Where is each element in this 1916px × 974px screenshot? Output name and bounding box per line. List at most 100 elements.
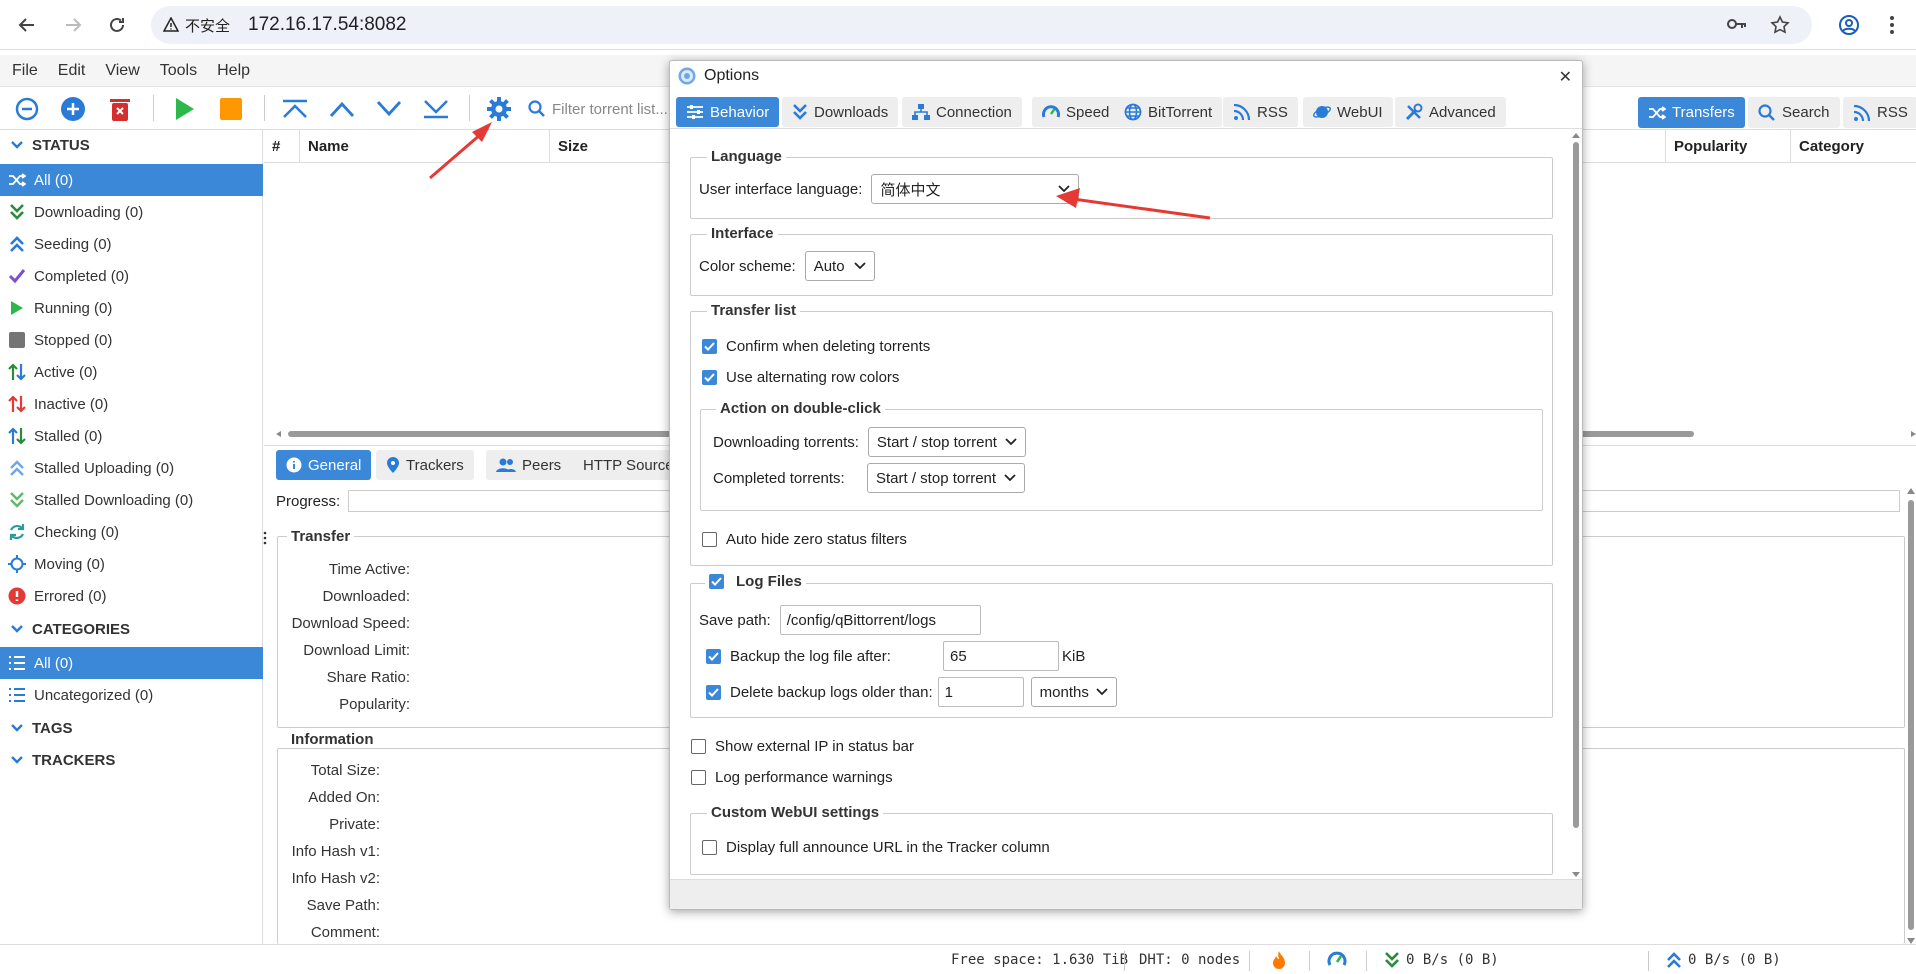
backup-after-checkbox[interactable] xyxy=(706,648,721,664)
forward-icon[interactable] xyxy=(59,11,87,39)
field-comment: Comment: xyxy=(310,924,380,941)
add-link-button[interactable] xyxy=(11,95,43,123)
move-down-button[interactable] xyxy=(373,95,405,123)
tab-rss[interactable]: RSS xyxy=(1843,97,1916,128)
detail-vertical-scrollbar[interactable] xyxy=(1906,488,1916,944)
sidebar-status-stopped[interactable]: Stopped (0) xyxy=(0,324,263,356)
sidebar-status-errored[interactable]: Errored (0) xyxy=(0,580,263,612)
completed-torrents-select[interactable]: Start / stop torrent xyxy=(867,463,1025,493)
menu-edit[interactable]: Edit xyxy=(58,62,86,80)
address-bar[interactable]: 不安全 172.16.17.54:8082 xyxy=(151,6,1812,44)
sidebar-status-stalled[interactable]: Stalled (0) xyxy=(0,420,263,452)
alt-row-colors-checkbox[interactable] xyxy=(702,370,717,385)
sidebar-status-completed[interactable]: Completed (0) xyxy=(0,260,263,292)
profile-icon[interactable] xyxy=(1835,11,1863,39)
tab-search[interactable]: Search xyxy=(1748,97,1840,128)
tab-general[interactable]: General xyxy=(276,450,372,480)
delete-older-label: Delete backup logs older than: xyxy=(730,683,933,701)
url-text[interactable]: 172.16.17.54:8082 xyxy=(248,14,407,36)
move-top-button[interactable] xyxy=(279,95,311,123)
log-files-checkbox[interactable] xyxy=(709,574,724,589)
backup-after-row: Backup the log file after: 65 KiB xyxy=(706,641,1085,671)
sidebar-status-inactive[interactable]: Inactive (0) xyxy=(0,388,263,420)
tab-options-rss[interactable]: RSS xyxy=(1223,97,1298,127)
tab-advanced[interactable]: Advanced xyxy=(1395,97,1506,127)
log-files-legend-row: Log Files xyxy=(705,573,806,590)
menu-view[interactable]: View xyxy=(105,62,139,80)
tab-http-sources[interactable]: HTTP Sources xyxy=(567,450,684,480)
alt-speed-icon[interactable] xyxy=(1271,950,1287,970)
chevron-down-icon xyxy=(11,141,23,149)
delete-older-unit-select[interactable]: months xyxy=(1030,677,1117,707)
auto-hide-zero-row: Auto hide zero status filters xyxy=(702,531,907,548)
sidebar-status-active[interactable]: Active (0) xyxy=(0,356,263,388)
trackers-header[interactable]: TRACKERS xyxy=(0,745,263,775)
menu-file[interactable]: File xyxy=(12,62,38,80)
connection-status-icon[interactable] xyxy=(1327,950,1347,970)
tab-trackers[interactable]: Trackers xyxy=(376,450,474,480)
confirm-delete-checkbox[interactable] xyxy=(702,339,717,354)
tab-peers[interactable]: Peers xyxy=(486,450,572,480)
upload-speed[interactable]: 0 B/s (0 B) xyxy=(1666,950,1781,970)
log-perf-warnings-checkbox[interactable] xyxy=(691,770,706,785)
start-button[interactable] xyxy=(168,95,200,123)
tab-webui[interactable]: WebUI xyxy=(1303,97,1393,127)
add-torrent-button[interactable] xyxy=(57,95,89,123)
options-title-bar[interactable]: Options xyxy=(670,61,1582,91)
sidebar-resize-handle[interactable] xyxy=(263,530,267,546)
rss-icon xyxy=(1853,104,1871,121)
sidebar-status-stalled-downloading[interactable]: Stalled Downloading (0) xyxy=(0,484,263,516)
full-announce-url-checkbox[interactable] xyxy=(702,840,717,855)
delete-older-checkbox[interactable] xyxy=(706,684,721,700)
sidebar-category-all[interactable]: All (0) xyxy=(0,647,263,679)
show-external-ip-checkbox[interactable] xyxy=(691,739,706,754)
sidebar-status-all[interactable]: All (0) xyxy=(0,164,263,196)
chevron-down-icon xyxy=(1004,474,1016,482)
tab-transfers[interactable]: Transfers xyxy=(1638,97,1745,128)
crosshair-icon xyxy=(8,555,26,573)
security-chip[interactable]: 不安全 xyxy=(163,15,230,36)
sidebar-category-uncategorized[interactable]: Uncategorized (0) xyxy=(0,679,263,711)
double-click-legend: Action on double-click xyxy=(716,400,885,417)
download-speed[interactable]: 0 B/s (0 B) xyxy=(1384,950,1499,970)
column-number[interactable]: # xyxy=(264,130,300,163)
full-announce-url-row: Display full announce URL in the Tracker… xyxy=(702,839,1050,856)
tags-header[interactable]: TAGS xyxy=(0,713,263,743)
move-up-button[interactable] xyxy=(326,95,358,123)
stalled-up-icon xyxy=(8,459,26,477)
play-icon xyxy=(176,98,194,120)
sidebar-status-stalled-uploading[interactable]: Stalled Uploading (0) xyxy=(0,452,263,484)
sidebar-status-downloading[interactable]: Downloading (0) xyxy=(0,196,263,228)
downloading-torrents-label: Downloading torrents: xyxy=(713,433,859,451)
downloading-torrents-select[interactable]: Start / stop torrent xyxy=(867,427,1026,457)
auto-hide-zero-checkbox[interactable] xyxy=(702,532,717,547)
browser-menu-icon[interactable] xyxy=(1878,11,1906,39)
sidebar-status-running[interactable]: Running (0) xyxy=(0,292,263,324)
star-icon[interactable] xyxy=(1770,15,1790,35)
trash-icon xyxy=(110,99,130,121)
delete-torrent-button[interactable] xyxy=(104,95,136,123)
options-vertical-scrollbar[interactable] xyxy=(1571,131,1581,879)
categories-header[interactable]: CATEGORIES xyxy=(0,614,263,644)
menu-help[interactable]: Help xyxy=(217,62,250,80)
stop-button[interactable] xyxy=(215,95,247,123)
save-path-input[interactable]: /config/qBittorrent/logs xyxy=(779,605,981,635)
column-popularity[interactable]: Popularity xyxy=(1665,130,1791,163)
sidebar-status-seeding[interactable]: Seeding (0) xyxy=(0,228,263,260)
delete-older-input[interactable]: 1 xyxy=(937,677,1024,707)
backup-after-input[interactable]: 65 xyxy=(943,641,1059,671)
backup-after-label: Backup the log file after: xyxy=(730,647,891,665)
reload-icon[interactable] xyxy=(103,11,131,39)
color-scheme-select[interactable]: Auto xyxy=(804,251,875,281)
menu-tools[interactable]: Tools xyxy=(160,62,197,80)
close-icon[interactable]: ✕ xyxy=(1559,67,1572,87)
chevron-down-icon xyxy=(11,756,23,764)
status-header[interactable]: STATUS xyxy=(0,130,263,160)
sidebar-status-checking[interactable]: Checking (0) xyxy=(0,516,263,548)
key-icon[interactable] xyxy=(1726,15,1748,33)
sidebar-status-moving[interactable]: Moving (0) xyxy=(0,548,263,580)
chevron-down-icon xyxy=(11,625,23,633)
column-category[interactable]: Category xyxy=(1791,130,1916,163)
back-icon[interactable] xyxy=(13,11,41,39)
alt-row-colors-row: Use alternating row colors xyxy=(702,369,899,386)
